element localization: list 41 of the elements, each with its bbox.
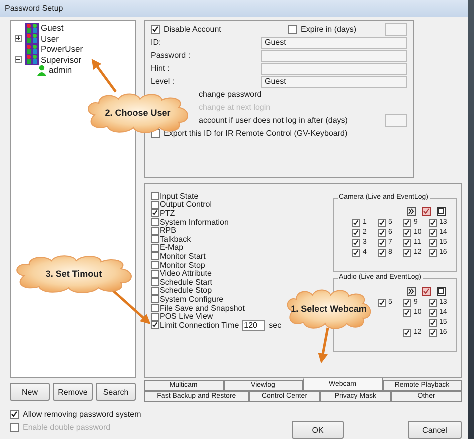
dialog-button[interactable]: OK <box>292 421 344 439</box>
input-field[interactable]: Guest <box>261 76 407 88</box>
permission-label: Output Control <box>160 200 212 210</box>
permission-label: Video Attribute <box>160 269 212 278</box>
input-field[interactable]: 120 <box>242 320 266 331</box>
option-label: Disable Account <box>164 25 222 34</box>
permission-label: E-Map <box>160 243 184 252</box>
unit-label: sec <box>269 320 282 330</box>
option-label: Enable double password <box>23 423 111 432</box>
dialog-button[interactable]: Cancel <box>408 421 462 439</box>
tree-item[interactable]: User <box>41 34 59 44</box>
permission-label: File Save and Snapshot <box>160 304 245 313</box>
tree-item[interactable]: Supervisor <box>41 54 82 65</box>
action-button[interactable]: Remove <box>53 383 93 401</box>
permission-label: Limit Connection Time <box>160 320 240 330</box>
action-button[interactable]: Search <box>96 383 136 401</box>
option-label: account if user does not log in after (days) <box>199 116 349 125</box>
permission-label: Monitor Stop <box>160 260 206 270</box>
permission-label: Talkback <box>160 234 192 244</box>
permission-label: Schedule Stop <box>160 286 212 296</box>
field-label: Level : <box>151 77 176 86</box>
permission-label: PTZ <box>160 208 176 218</box>
permission-label: Schedule Start <box>160 278 212 287</box>
option-label: Expire in (days) <box>301 25 358 34</box>
permission-label: Input State <box>160 192 199 201</box>
action-button[interactable]: New <box>10 383 50 401</box>
option-label: change password <box>199 90 263 99</box>
permission-label: System Configure <box>160 294 224 304</box>
field-label: Hint : <box>151 64 171 73</box>
permission-label: Monitor Start <box>160 252 206 261</box>
input-field[interactable]: Guest <box>261 36 407 48</box>
field-label: ID: <box>151 38 162 47</box>
permission-label: System Information <box>160 218 229 227</box>
field-label: Password : <box>151 51 192 60</box>
permission-label: RPB <box>160 226 176 236</box>
tree-item[interactable]: PowerUser <box>41 44 84 54</box>
tree-item[interactable]: admin <box>49 65 72 76</box>
permission-label: POS Live View <box>160 312 214 322</box>
option-label: Allow removing password system <box>23 410 142 419</box>
window-title: Password Setup <box>5 4 64 13</box>
tree-item[interactable]: Guest <box>41 23 64 34</box>
